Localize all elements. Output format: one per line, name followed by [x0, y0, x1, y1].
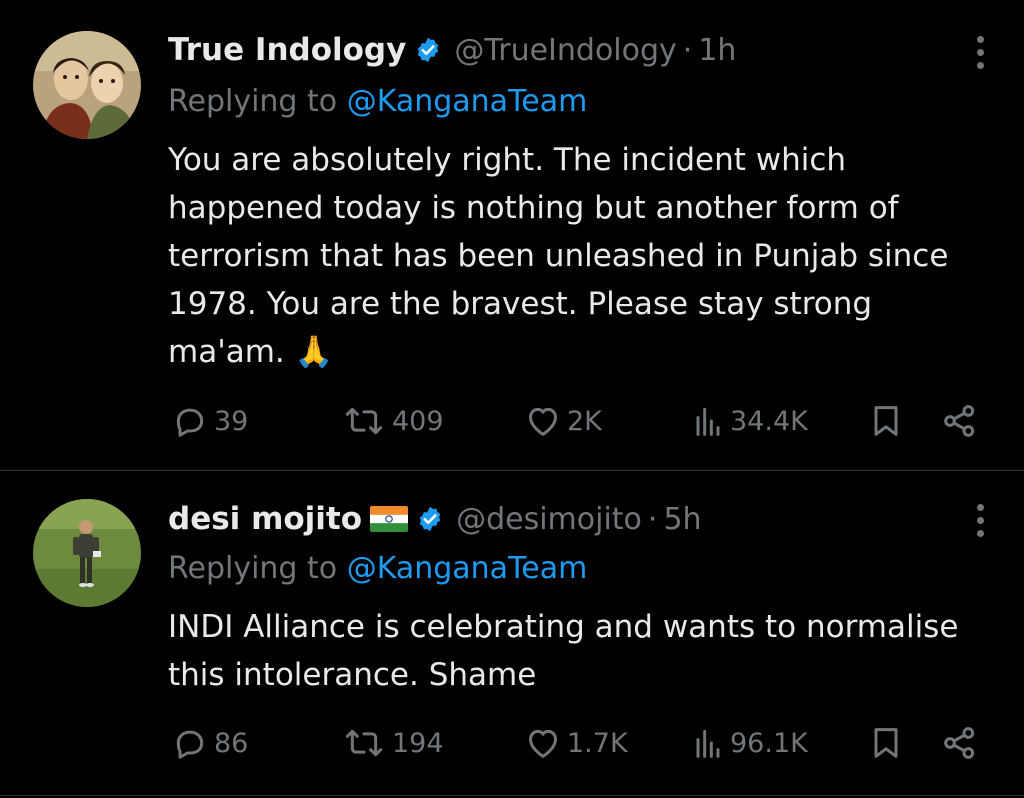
tweet-2[interactable]: desi mojito @desimojito · 5h Replying to… — [0, 471, 1024, 796]
tweet-text-line: 1978. You are the bravest. Please stay s… — [168, 286, 873, 322]
replying-to: Replying to @KanganaTeam — [168, 84, 587, 119]
author-name[interactable]: desi mojito — [168, 501, 362, 537]
repost-button[interactable]: 194 — [340, 723, 444, 763]
separator-dot: · — [682, 32, 693, 68]
reply-button[interactable]: 39 — [170, 401, 248, 441]
views-button[interactable]: 34.4K — [690, 401, 808, 441]
tweet-text-line: You are absolutely right. The incident w… — [168, 142, 847, 178]
bookmark-icon — [874, 406, 898, 436]
heart-icon — [523, 723, 563, 763]
tweet-text: INDI Alliance is celebrating and wants t… — [168, 603, 998, 699]
repost-count: 409 — [392, 405, 444, 437]
views-icon — [690, 723, 726, 763]
views-button[interactable]: 96.1K — [690, 723, 808, 763]
divider — [0, 795, 1024, 796]
tweet-text-line: ma'am. 🙏 — [168, 334, 334, 370]
verified-badge-icon — [416, 505, 444, 533]
views-count: 34.4K — [730, 405, 808, 437]
mention-link[interactable]: @KanganaTeam — [347, 84, 588, 119]
separator-dot: · — [647, 501, 658, 537]
bookmark-icon — [874, 728, 898, 758]
tweet-1[interactable]: True Indology @TrueIndology · 1h Replyin… — [0, 0, 1024, 470]
author-name[interactable]: True Indology — [168, 32, 406, 68]
indian-flag-icon — [370, 506, 409, 532]
avatar[interactable] — [33, 31, 141, 139]
share-icon — [944, 405, 975, 437]
like-count: 1.7K — [567, 727, 628, 759]
tweet-header: desi mojito @desimojito · 5h — [168, 499, 702, 539]
like-button[interactable]: 2K — [523, 401, 602, 441]
repost-count: 194 — [392, 727, 444, 759]
reply-count: 86 — [214, 727, 249, 759]
reply-icon — [170, 401, 210, 441]
mention-link[interactable]: @KanganaTeam — [347, 551, 588, 586]
tweet-actions: 39 409 2K 34.4K — [0, 401, 1024, 445]
avatar[interactable] — [33, 499, 141, 607]
bookmark-button[interactable] — [866, 401, 906, 441]
replying-prefix: Replying to — [168, 84, 338, 119]
repost-icon — [340, 401, 388, 441]
more-options-icon[interactable] — [968, 32, 992, 72]
repost-button[interactable]: 409 — [340, 401, 444, 441]
tweet-text-line: terrorism that has been unleashed in Pun… — [168, 238, 949, 274]
author-handle[interactable]: @TrueIndology — [454, 33, 676, 68]
tweet-text: You are absolutely right. The incident w… — [168, 136, 998, 376]
tweet-actions: 86 194 1.7K 96.1K — [0, 723, 1024, 767]
replying-prefix: Replying to — [168, 551, 338, 586]
tweet-text-line: INDI Alliance is celebrating and wants t… — [168, 609, 959, 645]
author-handle[interactable]: @desimojito — [456, 502, 642, 537]
more-options-icon[interactable] — [968, 500, 992, 540]
heart-icon — [523, 401, 563, 441]
share-icon — [944, 727, 975, 759]
share-button[interactable] — [940, 401, 980, 441]
tweet-header: True Indology @TrueIndology · 1h — [168, 30, 736, 70]
tweet-text-line: this intolerance. Shame — [168, 657, 537, 693]
timestamp[interactable]: 1h — [698, 33, 736, 68]
reply-count: 39 — [214, 405, 249, 437]
bookmark-button[interactable] — [866, 723, 906, 763]
reply-button[interactable]: 86 — [170, 723, 248, 763]
share-button[interactable] — [940, 723, 980, 763]
tweet-text-line: happened today is nothing but another fo… — [168, 190, 899, 226]
views-count: 96.1K — [730, 727, 808, 759]
views-icon — [690, 401, 726, 441]
reply-icon — [170, 723, 210, 763]
like-button[interactable]: 1.7K — [523, 723, 628, 763]
repost-icon — [340, 723, 388, 763]
like-count: 2K — [567, 405, 602, 437]
timestamp[interactable]: 5h — [663, 502, 701, 537]
replying-to: Replying to @KanganaTeam — [168, 551, 587, 586]
verified-badge-icon — [414, 36, 442, 64]
